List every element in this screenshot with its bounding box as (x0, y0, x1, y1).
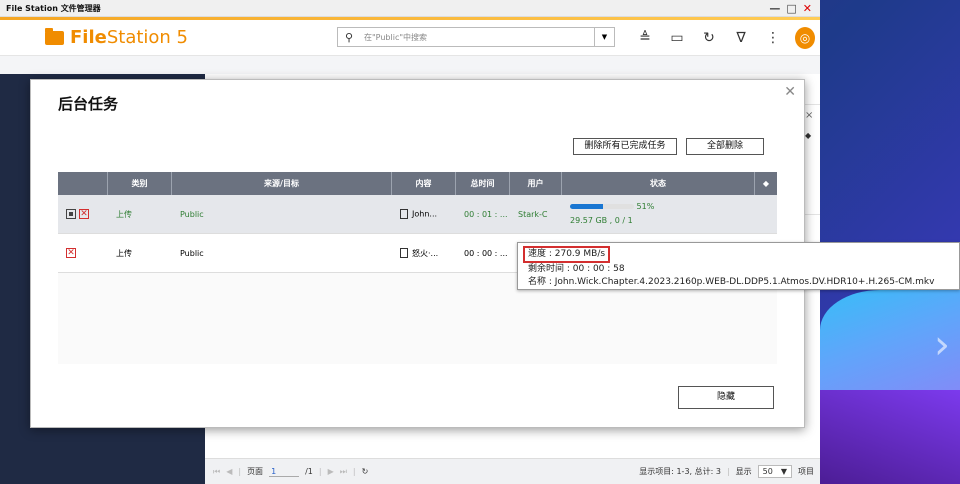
app-name-rest: Station 5 (106, 27, 189, 48)
search-options-dropdown[interactable]: ▼ (594, 28, 614, 46)
speed-text: 速度 : 270.9 MB/s (523, 246, 611, 263)
clear-completed-button[interactable]: 删除所有已完成任务 (573, 138, 677, 155)
panel-toggle-icon[interactable]: ◆ (805, 131, 820, 140)
progress-percent: 51% (636, 202, 655, 211)
search-box[interactable]: ⚲ 在"Public"中搜索 ▼ (337, 27, 615, 47)
file-icon (400, 248, 408, 258)
task-type: 上传 (116, 209, 132, 219)
refresh-icon[interactable]: ↻ (699, 30, 719, 46)
items-label: 项目 (798, 467, 814, 476)
show-label: 显示 (735, 467, 752, 476)
task-source: Public (180, 248, 204, 258)
desktop-wallpaper-wave-2 (820, 390, 960, 484)
last-page-icon[interactable]: ⏭ (340, 467, 347, 477)
progress-detail: 29.57 GB , 0 / 1 (570, 216, 633, 225)
progress-bar (570, 204, 634, 209)
task-user: Stark-C (518, 209, 548, 219)
task-time: 00 : 00 : ... (464, 248, 508, 258)
window-titlebar: File Station 文件管理器 — □ ✕ (0, 0, 820, 17)
dialog-close-icon[interactable]: ✕ (784, 84, 796, 100)
task-type: 上传 (116, 248, 132, 258)
page-summary: 显示项目: 1-3, 总计: 3 (639, 467, 721, 476)
task-content: 怒火·... (412, 248, 439, 258)
col-content[interactable]: 内容 (392, 172, 456, 195)
task-content: John... (412, 209, 438, 219)
app-header: FileStation 5 ⚲ 在"Public"中搜索 ▼ ≜ ▭ ↻ ∇ ⋮… (0, 20, 820, 56)
refresh-list-icon[interactable]: ↻ (362, 467, 369, 476)
app-name-bold: File (70, 27, 107, 48)
col-user[interactable]: 用户 (510, 172, 562, 195)
remote-mount-icon[interactable]: ▭ (667, 30, 687, 46)
minimize-icon[interactable]: — (769, 2, 780, 15)
prev-page-icon[interactable]: ◀ (226, 467, 232, 476)
next-page-icon[interactable]: ▶ (328, 467, 334, 476)
pager-bar: ⏮ ◀ | 页面 /1 | ▶ ⏭ | ↻ 显示项目: 1-3, 总计: 3 |… (205, 458, 820, 484)
per-page-select[interactable]: 50 ▼ (757, 465, 792, 478)
col-time[interactable]: 总时间 (456, 172, 510, 195)
filter-icon[interactable]: ∇ (731, 30, 751, 46)
search-input[interactable]: 在"Public"中搜索 (360, 32, 594, 43)
remaining-time-text: 剩余时间 : 00 : 00 : 58 (528, 264, 625, 274)
app-logo: FileStation 5 (45, 27, 188, 48)
task-source: Public (180, 209, 204, 219)
delete-task-icon[interactable]: ✕ (66, 248, 76, 258)
notification-icon[interactable]: ◎ (795, 27, 815, 49)
close-icon[interactable]: ✕ (803, 2, 812, 15)
col-status[interactable]: 状态 (562, 172, 755, 195)
close-panel-icon[interactable]: × (805, 110, 820, 121)
table-row[interactable]: ✕ 上传 Public John... 00 : 01 : ... Stark-… (58, 195, 777, 234)
col-source[interactable]: 来源/目标 (172, 172, 392, 195)
file-icon (400, 209, 408, 219)
folder-icon (45, 27, 64, 45)
column-options-icon[interactable]: ◆ (755, 172, 777, 195)
background-tasks-icon[interactable]: ≜ (635, 30, 655, 46)
first-page-icon[interactable]: ⏮ (213, 467, 220, 477)
page-input[interactable] (269, 466, 300, 477)
dialog-title: 后台任务 (58, 95, 119, 113)
chevron-down-icon: ▼ (780, 467, 787, 476)
more-menu-icon[interactable]: ⋮ (763, 30, 783, 46)
task-time: 00 : 01 : ... (464, 209, 508, 219)
file-name-text: 名称 : John.Wick.Chapter.4.2023.2160p.WEB-… (528, 277, 935, 287)
side-panel-controls: × ◆ (805, 100, 820, 180)
delete-all-button[interactable]: 全部删除 (686, 138, 764, 155)
page-label: 页面 (247, 467, 264, 476)
hide-button[interactable]: 隐藏 (678, 386, 774, 409)
stop-task-icon[interactable] (66, 209, 76, 219)
page-total: /1 (305, 467, 313, 476)
table-header: 类别 来源/目标 内容 总时间 用户 状态 ◆ (58, 172, 777, 195)
maximize-icon[interactable]: □ (786, 2, 796, 15)
chevron-right-icon[interactable]: › (934, 322, 950, 368)
search-icon: ⚲ (344, 30, 354, 44)
window-title: File Station 文件管理器 (6, 3, 101, 13)
task-tooltip: 速度 : 270.9 MB/s 剩余时间 : 00 : 00 : 58 名称 :… (517, 242, 960, 290)
col-type[interactable]: 类别 (108, 172, 172, 195)
delete-task-icon[interactable]: ✕ (79, 209, 89, 219)
